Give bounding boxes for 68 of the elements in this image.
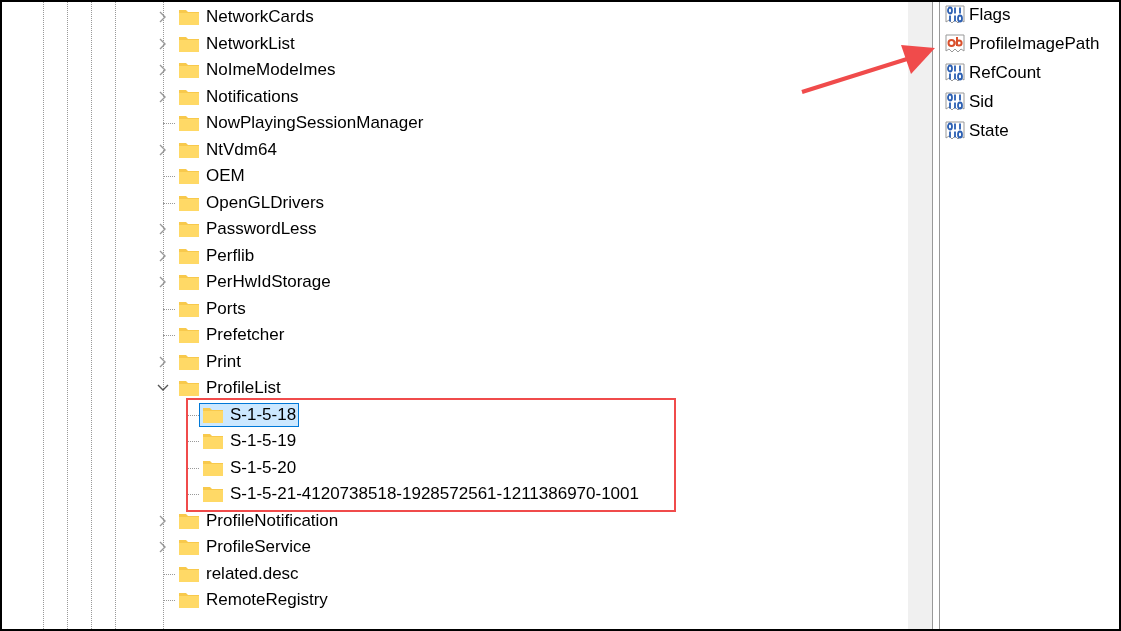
chevron-right-icon[interactable] bbox=[159, 223, 167, 236]
value-name[interactable]: Flags bbox=[969, 4, 1011, 25]
folder-icon bbox=[178, 167, 200, 186]
folder-icon bbox=[178, 34, 200, 53]
chevron-right-icon[interactable] bbox=[159, 11, 167, 24]
folder-icon bbox=[178, 220, 200, 239]
folder-icon bbox=[178, 273, 200, 292]
folder-icon bbox=[178, 140, 200, 159]
chevron-right-icon[interactable] bbox=[159, 541, 167, 554]
folder-icon bbox=[178, 511, 200, 530]
folder-icon bbox=[178, 379, 200, 398]
chevron-right-icon[interactable] bbox=[159, 37, 167, 50]
tree-item[interactable]: NoImeModeImes bbox=[175, 58, 339, 83]
tree-item[interactable]: Prefetcher bbox=[175, 323, 288, 348]
tree-item[interactable]: PerHwIdStorage bbox=[175, 270, 334, 295]
folder-icon bbox=[178, 87, 200, 106]
folder-icon bbox=[202, 458, 224, 477]
chevron-right-icon[interactable] bbox=[159, 355, 167, 368]
value-name[interactable]: Sid bbox=[969, 91, 994, 112]
chevron-down-icon[interactable] bbox=[157, 384, 169, 393]
chevron-right-icon[interactable] bbox=[159, 90, 167, 103]
folder-icon bbox=[202, 405, 224, 424]
folder-icon bbox=[178, 564, 200, 583]
tree-item[interactable]: S-1-5-19 bbox=[199, 429, 300, 454]
folder-icon bbox=[178, 299, 200, 318]
tree-item[interactable]: related.desc bbox=[175, 561, 302, 586]
chevron-right-icon[interactable] bbox=[159, 276, 167, 289]
folder-icon bbox=[178, 8, 200, 27]
tree-item[interactable]: Print bbox=[175, 349, 244, 374]
binary-value-icon bbox=[944, 3, 966, 26]
tree-item[interactable]: ProfileList bbox=[175, 376, 284, 401]
tree-item[interactable]: S-1-5-21-4120738518-1928572561-1211386970-1001 bbox=[199, 482, 642, 507]
tree-item[interactable]: OpenGLDrivers bbox=[175, 190, 328, 215]
tree-item[interactable]: ProfileService bbox=[175, 535, 314, 560]
folder-icon bbox=[202, 485, 224, 504]
value-name[interactable]: State bbox=[969, 120, 1009, 141]
folder-icon bbox=[178, 352, 200, 371]
chevron-right-icon[interactable] bbox=[159, 64, 167, 77]
tree-item[interactable]: S-1-5-18 bbox=[199, 402, 300, 427]
tree-item[interactable]: NtVdm64 bbox=[175, 137, 280, 162]
tree-item[interactable]: S-1-5-20 bbox=[199, 455, 300, 480]
tree-item[interactable]: NowPlayingSessionManager bbox=[175, 111, 427, 136]
chevron-right-icon[interactable] bbox=[159, 249, 167, 262]
string-value-icon bbox=[944, 32, 966, 55]
folder-icon bbox=[178, 193, 200, 212]
tree-item[interactable]: OEM bbox=[175, 164, 248, 189]
value-name[interactable]: ProfileImagePath bbox=[969, 33, 1100, 54]
binary-value-icon bbox=[944, 90, 966, 113]
folder-icon bbox=[202, 432, 224, 451]
value-name[interactable]: RefCount bbox=[969, 62, 1041, 83]
tree-item[interactable]: NetworkCards bbox=[175, 5, 317, 30]
binary-value-icon bbox=[944, 61, 966, 84]
folder-icon bbox=[178, 246, 200, 265]
chevron-right-icon[interactable] bbox=[159, 143, 167, 156]
folder-icon bbox=[178, 61, 200, 80]
folder-icon bbox=[178, 538, 200, 557]
folder-icon bbox=[178, 114, 200, 133]
tree-item[interactable]: NetworkList bbox=[175, 31, 298, 56]
tree-item[interactable]: PasswordLess bbox=[175, 217, 320, 242]
tree-item[interactable]: Perflib bbox=[175, 243, 258, 268]
chevron-right-icon[interactable] bbox=[159, 514, 167, 527]
tree-item[interactable]: ProfileNotification bbox=[175, 508, 342, 533]
folder-icon bbox=[178, 326, 200, 345]
tree-item[interactable]: Notifications bbox=[175, 84, 302, 109]
folder-icon bbox=[178, 591, 200, 610]
tree-item[interactable]: RemoteRegistry bbox=[175, 588, 331, 613]
tree-item[interactable]: Ports bbox=[175, 296, 249, 321]
binary-value-icon bbox=[944, 119, 966, 142]
